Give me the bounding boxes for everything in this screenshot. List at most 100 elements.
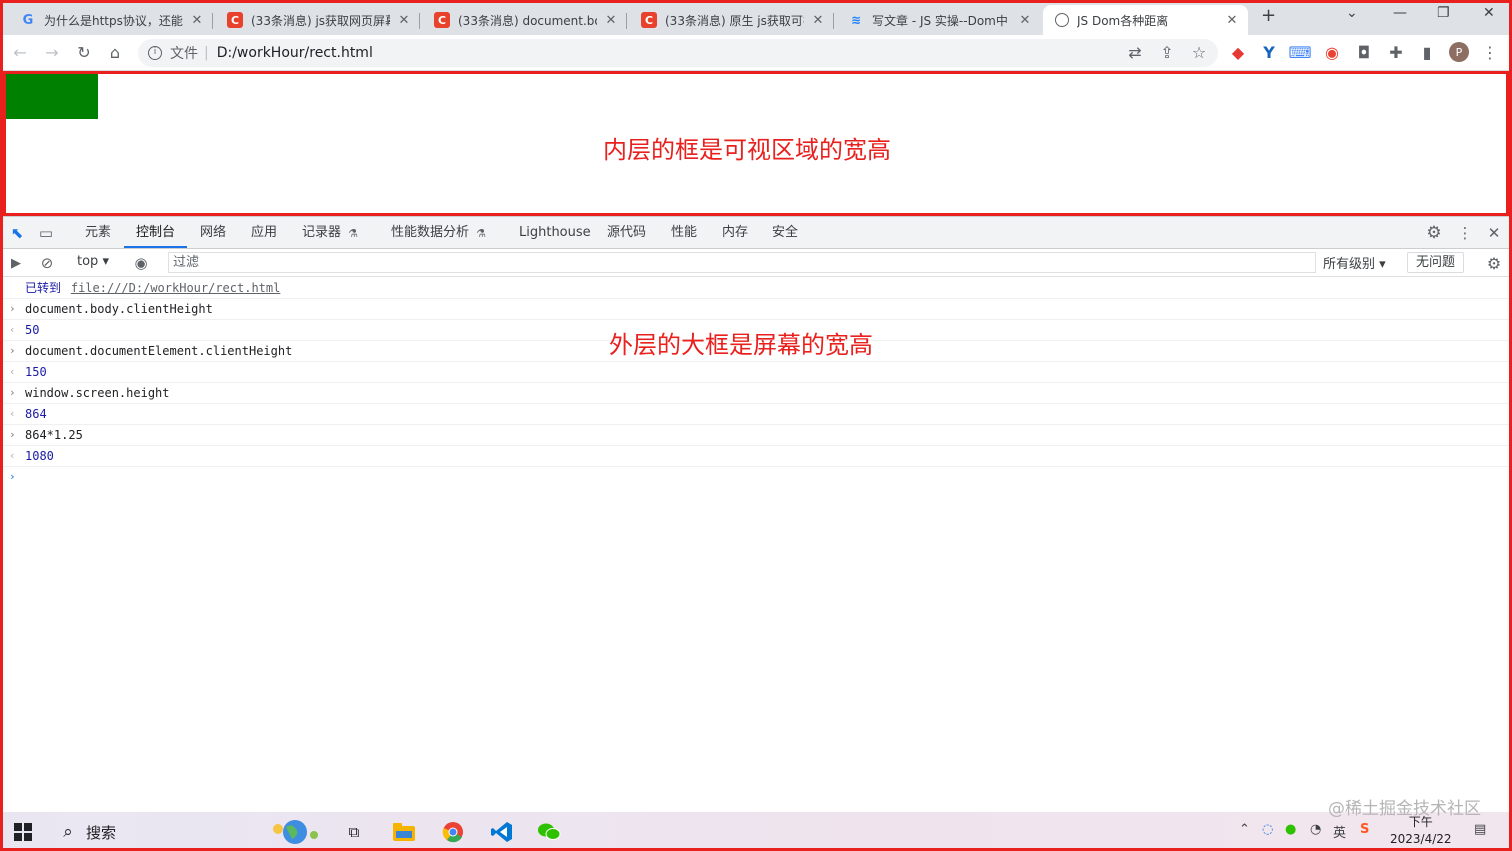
url-text[interactable]: D:/workHour/rect.html — [217, 45, 373, 61]
console-input-row: › 864*1.25 — [3, 425, 1509, 446]
console-settings-icon[interactable]: ⚙ — [1484, 253, 1504, 273]
close-icon[interactable]: ✕ — [396, 13, 412, 28]
sogou-icon[interactable]: S — [1360, 822, 1369, 837]
extension-translate-icon[interactable]: ⌨ — [1288, 42, 1311, 62]
more-kebab-icon[interactable]: ⋮ — [1455, 223, 1475, 243]
settings-gear-icon[interactable]: ⚙ — [1424, 223, 1444, 243]
tab-sources[interactable]: 源代码 — [607, 217, 646, 248]
tab-performance[interactable]: 性能 — [671, 217, 697, 248]
nav-link[interactable]: file:///D:/workHour/rect.html — [71, 281, 281, 295]
taskbar-clock[interactable]: 下午 2023/4/22 — [1390, 814, 1452, 848]
browser-tab-active[interactable]: JS Dom各种距离 ✕ — [1043, 5, 1248, 35]
sidebar-toggle-icon[interactable]: ▶ — [6, 253, 26, 273]
wechat-icon[interactable] — [537, 820, 561, 844]
console-value: 150 — [25, 365, 47, 379]
close-icon[interactable]: ✕ — [1224, 13, 1240, 28]
browser-tab[interactable]: G 为什么是https协议，还能被 ✕ — [8, 5, 213, 35]
device-toggle-icon[interactable]: ▭ — [36, 223, 56, 243]
console-text: 864*1.25 — [25, 428, 83, 442]
levels-dropdown[interactable]: 所有级别 ▾ — [1323, 253, 1386, 272]
extension-v-icon[interactable]: Y — [1259, 42, 1279, 62]
tab-console[interactable]: 控制台 — [124, 217, 188, 248]
windows-start-icon[interactable] — [11, 820, 35, 844]
eye-icon[interactable]: ◉ — [131, 253, 151, 273]
bookmark-star-icon[interactable]: ☆ — [1189, 42, 1209, 62]
return-arrow-icon: ‹ — [9, 449, 16, 462]
browser-tab[interactable]: ≋ 写文章 - JS 实操--Dom中 ✕ — [836, 5, 1041, 35]
translate-icon[interactable]: ⇄ — [1125, 42, 1145, 62]
console-text: document.documentElement.clientHeight — [25, 344, 293, 358]
annotation-inner: 内层的框是可视区域的宽高 — [603, 136, 891, 164]
tab-security[interactable]: 安全 — [772, 217, 798, 248]
vscode-icon[interactable] — [490, 820, 514, 844]
tab-memory[interactable]: 内存 — [722, 217, 748, 248]
wifi-icon[interactable]: ◔ — [1310, 822, 1321, 837]
share-icon[interactable]: ⇪ — [1157, 42, 1177, 62]
info-icon[interactable]: i — [148, 46, 162, 60]
chevron-right-icon: › — [9, 302, 16, 315]
ime-language-indicator[interactable]: 英 — [1333, 822, 1346, 841]
tab-strip: G 为什么是https协议，还能被 ✕ C (33条消息) js获取网页屏幕 ✕… — [0, 0, 1512, 35]
tab-lighthouse[interactable]: Lighthouse — [519, 217, 591, 248]
csdn-icon: C — [641, 12, 657, 28]
inspect-icon[interactable]: ⬉ — [7, 223, 27, 243]
chevron-up-icon[interactable]: ⌃ — [1239, 822, 1250, 837]
page-viewport: 内层的框是可视区域的宽高 — [3, 72, 1509, 215]
tray-app-icon[interactable]: ◌ — [1262, 822, 1273, 837]
minimize-icon[interactable]: — — [1393, 5, 1407, 21]
extensions-puzzle-icon[interactable]: ✚ — [1386, 42, 1406, 62]
browser-tab[interactable]: C (33条消息) js获取网页屏幕 ✕ — [215, 5, 420, 35]
console-output: 已转到 file:///D:/workHour/rect.html › docum… — [3, 278, 1509, 488]
close-icon[interactable]: ✕ — [603, 13, 619, 28]
filter-input[interactable]: 过滤 — [168, 252, 1316, 273]
file-explorer-icon[interactable] — [392, 820, 416, 844]
tab-recorder[interactable]: 记录器 — [302, 217, 341, 248]
close-icon[interactable]: ✕ — [810, 13, 826, 28]
new-tab-button[interactable]: + — [1261, 5, 1276, 26]
browser-tab[interactable]: C (33条消息) document.bod ✕ — [422, 5, 627, 35]
address-bar[interactable]: i 文件 | D:/workHour/rect.html — [138, 39, 1218, 67]
chevron-right-icon: › — [9, 428, 16, 441]
browser-tab[interactable]: C (33条消息) 原生 js获取可视 ✕ — [629, 5, 834, 35]
close-devtools-icon[interactable]: ✕ — [1484, 223, 1504, 243]
back-icon[interactable]: ← — [10, 42, 30, 62]
camera-icon[interactable]: ◘ — [1354, 42, 1374, 62]
context-select[interactable]: top ▾ — [77, 254, 109, 269]
chrome-icon[interactable] — [441, 820, 465, 844]
extension-cube-icon[interactable]: ◆ — [1228, 42, 1248, 62]
side-panel-icon[interactable]: ▮ — [1417, 42, 1437, 62]
forward-icon[interactable]: → — [42, 42, 62, 62]
console-output-row: ‹ 864 — [3, 404, 1509, 425]
extension-circle-icon[interactable]: ◉ — [1322, 42, 1342, 62]
tab-search-icon[interactable]: ⌄ — [1346, 5, 1358, 21]
avatar[interactable]: P — [1449, 42, 1469, 62]
clock-date: 2023/4/22 — [1390, 832, 1452, 846]
taskbar-search-label[interactable]: 搜索 — [86, 822, 116, 843]
search-icon[interactable]: ⌕ — [56, 820, 80, 844]
browser-toolbar: ← → ↻ ⌂ i 文件 | D:/workHour/rect.html ⇄ ⇪… — [0, 35, 1512, 71]
maximize-icon[interactable]: ❐ — [1437, 5, 1450, 21]
issues-button[interactable]: 无问题 — [1407, 252, 1465, 273]
window-close-icon[interactable]: ✕ — [1483, 5, 1495, 21]
clear-console-icon[interactable]: ⊘ — [37, 253, 57, 273]
url-scheme: 文件 — [170, 46, 198, 62]
tab-elements[interactable]: 元素 — [85, 217, 111, 248]
flask-icon: ⚗ — [476, 226, 486, 240]
reload-icon[interactable]: ↻ — [74, 42, 94, 62]
task-view-icon[interactable]: ⧉ — [342, 820, 366, 844]
notifications-icon[interactable]: ▤ — [1474, 822, 1486, 837]
tray-wechat-icon[interactable]: ● — [1285, 822, 1296, 837]
tab-application[interactable]: 应用 — [251, 217, 277, 248]
watermark: @稀土掘金技术社区 — [1328, 799, 1481, 819]
console-value: 50 — [25, 323, 40, 337]
google-icon: G — [22, 12, 34, 28]
menu-kebab-icon[interactable]: ⋮ — [1480, 42, 1500, 62]
console-value: 1080 — [25, 449, 54, 463]
close-icon[interactable]: ✕ — [1017, 13, 1033, 28]
close-icon[interactable]: ✕ — [189, 13, 205, 28]
console-toolbar: ▶ ⊘ top ▾ ◉ 过滤 所有级别 ▾ 无问题 ⚙ — [3, 249, 1509, 277]
tab-performance-insights[interactable]: 性能数据分析 — [391, 217, 469, 248]
home-icon[interactable]: ⌂ — [105, 42, 125, 62]
tab-network[interactable]: 网络 — [200, 217, 226, 248]
console-prompt[interactable]: › — [3, 467, 1509, 488]
